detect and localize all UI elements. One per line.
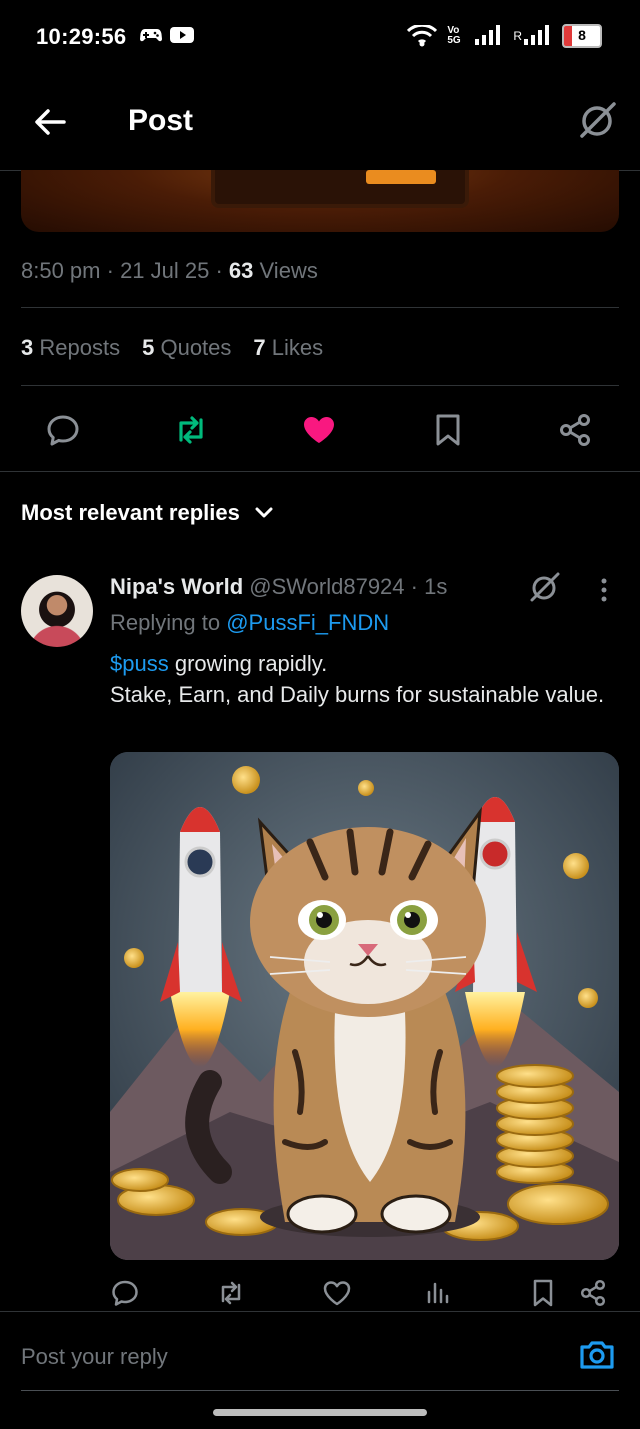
input-underline — [21, 1390, 619, 1391]
signal-icon — [475, 25, 501, 45]
network-type-label: Vo 5G — [447, 25, 461, 46]
analytics-icon — [427, 1282, 449, 1304]
post-time: 8:50 pm — [21, 258, 101, 283]
likes-stat[interactable]: 7 Likes — [253, 335, 323, 361]
bookmark-icon — [533, 1279, 553, 1307]
reply-action-bar — [0, 1272, 640, 1316]
reply-media-image[interactable] — [110, 752, 619, 1260]
status-bar: 10:29:56 Vo 5G R 8 — [0, 0, 640, 72]
quotes-stat[interactable]: 5 Quotes — [142, 335, 231, 361]
camera-button[interactable] — [578, 1336, 616, 1374]
grok-button[interactable] — [576, 98, 620, 142]
divider — [21, 385, 619, 386]
camera-icon — [580, 1341, 614, 1369]
more-options-button[interactable] — [595, 576, 613, 604]
share-icon — [560, 414, 590, 446]
chevron-down-icon — [255, 507, 273, 518]
gesture-home-bar[interactable] — [213, 1409, 427, 1416]
reposts-stat[interactable]: 3 Reposts — [21, 335, 120, 361]
status-time: 10:29:56 — [36, 24, 127, 49]
reply-share-button[interactable] — [578, 1278, 608, 1308]
author-name: Nipa's World — [110, 574, 244, 599]
grok-icon — [530, 572, 560, 602]
reply-sort-dropdown[interactable]: Most relevant replies — [21, 500, 274, 526]
reply-grok-button[interactable] — [528, 570, 562, 604]
reply-reply-button[interactable] — [110, 1278, 140, 1308]
reply-views-button[interactable] — [424, 1278, 454, 1308]
views-count: 63 — [228, 258, 254, 283]
engagement-stats: 3 Reposts 5 Quotes 7 Likes — [21, 335, 323, 361]
post-action-bar — [0, 404, 640, 456]
avatar[interactable] — [21, 575, 93, 647]
youtube-icon — [170, 27, 194, 43]
repost-icon — [221, 1281, 241, 1305]
views-label: Views — [259, 258, 318, 283]
repost-button[interactable] — [173, 412, 209, 448]
reply-button[interactable] — [45, 412, 81, 448]
sort-label: Most relevant replies — [21, 500, 240, 525]
share-icon — [580, 1279, 606, 1307]
like-button[interactable] — [301, 412, 337, 448]
share-button[interactable] — [557, 412, 593, 448]
repost-icon — [179, 416, 203, 444]
reply-icon — [47, 415, 79, 446]
signal-icon — [524, 25, 549, 45]
battery-level: 8 — [578, 27, 586, 43]
reply-age: 1s — [424, 574, 448, 599]
page-title: Post — [128, 104, 194, 137]
roaming-label: R — [513, 29, 522, 43]
replying-to: Replying to @PussFi_FNDN — [110, 610, 390, 635]
top-app-bar: Post — [0, 72, 640, 171]
mention-link[interactable]: @PussFi_FNDN — [226, 610, 389, 635]
heart-icon — [323, 1281, 351, 1306]
author-handle: @SWorld87924 — [249, 574, 405, 599]
more-vertical-icon — [601, 578, 607, 602]
reply-repost-button[interactable] — [216, 1278, 246, 1308]
game-controller-icon — [140, 29, 162, 42]
heart-filled-icon — [304, 417, 334, 443]
post-timestamp: 8:50 pm · 21 Jul 25 · 63 Views — [21, 258, 318, 283]
cashtag-link[interactable]: $puss — [110, 651, 169, 676]
post-date: 21 Jul 25 — [120, 258, 210, 283]
reply-text: $puss growing rapidly. Stake, Earn, and … — [110, 651, 605, 707]
divider — [0, 471, 640, 472]
divider — [21, 307, 619, 308]
wifi-icon — [407, 25, 438, 47]
battery-icon: 8 — [562, 24, 602, 48]
reply-bookmark-button[interactable] — [528, 1278, 558, 1308]
grok-icon — [580, 102, 616, 138]
reply-like-button[interactable] — [322, 1278, 352, 1308]
reply-input[interactable]: Post your reply — [21, 1344, 168, 1370]
post-media-image[interactable] — [21, 170, 619, 232]
reply-icon — [112, 1280, 138, 1306]
arrow-left-icon — [35, 109, 66, 135]
bookmark-icon — [436, 414, 460, 446]
divider — [0, 1311, 640, 1312]
cat-rocket-illustration — [110, 752, 619, 1260]
back-button[interactable] — [30, 102, 70, 142]
reply-author[interactable]: Nipa's World @SWorld87924 · 1s — [110, 574, 447, 600]
bookmark-button[interactable] — [430, 412, 466, 448]
